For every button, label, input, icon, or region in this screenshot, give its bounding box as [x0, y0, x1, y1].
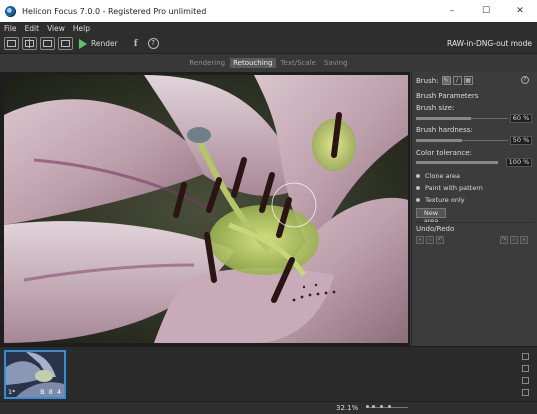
- menu-help[interactable]: Help: [69, 24, 94, 33]
- single-view-button[interactable]: [4, 37, 19, 50]
- brush-parameters-heading: Brush Parameters: [416, 92, 479, 100]
- monitor-icon: [61, 40, 70, 47]
- thumbnail-tag: B 8 4: [40, 388, 62, 396]
- image-workspace[interactable]: [0, 72, 410, 346]
- zoom-dot-icon: [366, 405, 369, 408]
- brush-hardness-value[interactable]: 50 %: [510, 136, 532, 145]
- brush-toolbar: Brush: ✎ ∕ ▦: [416, 76, 475, 85]
- help-icon[interactable]: ?: [147, 38, 159, 49]
- play-icon: [79, 38, 87, 49]
- menu-file[interactable]: File: [0, 24, 21, 33]
- menu-edit[interactable]: Edit: [21, 24, 44, 33]
- compare-view-button[interactable]: [40, 37, 55, 50]
- color-tolerance-slider[interactable]: 100 %: [416, 158, 534, 167]
- brush-size-value[interactable]: 60 %: [510, 114, 532, 123]
- close-button[interactable]: ✕: [503, 0, 537, 22]
- color-tolerance-label: Color tolerance:: [416, 149, 472, 157]
- clone-brush-icon[interactable]: ✎: [441, 76, 451, 85]
- render-button[interactable]: Render: [79, 38, 118, 49]
- brush-size-label: Brush size:: [416, 104, 455, 112]
- filmstrip-icon[interactable]: [522, 365, 529, 372]
- new-area-button[interactable]: New area: [416, 208, 446, 225]
- mode-label: RAW-in-DNG-out mode: [447, 39, 532, 48]
- zoom-dot-icon: [388, 405, 391, 408]
- tab-saving[interactable]: Saving: [321, 58, 351, 68]
- tab-rendering[interactable]: Rendering: [186, 58, 228, 68]
- menu-bar: File Edit View Help: [0, 22, 537, 34]
- pattern-brush-icon[interactable]: ▦: [463, 76, 473, 85]
- status-bar: 32.1%: [0, 401, 537, 414]
- undo-icon[interactable]: ‹: [426, 236, 434, 244]
- toolbar: Render f ? RAW-in-DNG-out mode: [0, 34, 537, 54]
- title-bar: Helicon Focus 7.0.0 - Registered Pro unl…: [0, 0, 537, 22]
- minimize-button[interactable]: –: [435, 0, 469, 22]
- filmstrip: 1* B 8 4: [0, 346, 537, 401]
- facebook-icon[interactable]: f: [134, 39, 138, 49]
- undo-redo-label: Undo/Redo: [416, 225, 455, 233]
- lily-photo-image: [4, 75, 408, 343]
- redo-all-icon[interactable]: »: [520, 236, 528, 244]
- zoom-dot-icon: [372, 405, 375, 408]
- brush-label: Brush:: [416, 76, 439, 85]
- undo-step-icon[interactable]: ↶: [436, 236, 444, 244]
- option-clone-area[interactable]: Clone area: [416, 172, 460, 180]
- eraser-icon[interactable]: ∕: [452, 76, 462, 85]
- preview-button[interactable]: [58, 37, 73, 50]
- panel-divider: [416, 222, 534, 223]
- zoom-dot-icon: [380, 405, 383, 408]
- redo-icon[interactable]: ›: [510, 236, 518, 244]
- option-paint-with-pattern[interactable]: Paint with pattern: [416, 184, 483, 192]
- window-title: Helicon Focus 7.0.0 - Registered Pro unl…: [22, 6, 207, 16]
- color-tolerance-fill: [416, 161, 498, 164]
- radio-dot-icon: [416, 198, 420, 202]
- color-tolerance-value[interactable]: 100 %: [506, 158, 532, 167]
- lily-photo[interactable]: [4, 75, 408, 343]
- app-logo-icon: [5, 5, 16, 17]
- filmstrip-icon[interactable]: [522, 389, 529, 396]
- compare-view-icon: [43, 40, 52, 47]
- tab-retouching[interactable]: Retouching: [230, 58, 276, 68]
- radio-dot-icon: [416, 174, 420, 178]
- brush-hardness-label: Brush hardness:: [416, 126, 473, 134]
- retouching-panel: Brush: ✎ ∕ ▦ ? Brush Parameters Brush si…: [411, 72, 537, 346]
- brush-size-fill: [416, 117, 471, 120]
- single-view-icon: [7, 40, 16, 47]
- render-label: Render: [91, 39, 118, 48]
- mode-tabs: Rendering Retouching Text/Scale Saving: [0, 54, 537, 72]
- brush-hardness-slider[interactable]: 50 %: [416, 136, 534, 145]
- filmstrip-thumbnail[interactable]: 1* B 8 4: [4, 350, 66, 399]
- filmstrip-icon[interactable]: [522, 377, 529, 384]
- maximize-button[interactable]: ☐: [469, 0, 503, 22]
- undo-all-icon[interactable]: «: [416, 236, 424, 244]
- filmstrip-icon[interactable]: [522, 353, 529, 360]
- window-controls: – ☐ ✕: [435, 0, 537, 22]
- tab-text-scale[interactable]: Text/Scale: [278, 58, 319, 68]
- redo-step-icon[interactable]: ↷: [500, 236, 508, 244]
- brush-size-slider[interactable]: 60 %: [416, 114, 534, 123]
- menu-view[interactable]: View: [43, 24, 69, 33]
- option-texture-only[interactable]: Texture only: [416, 196, 465, 204]
- zoom-level: 32.1%: [336, 404, 359, 412]
- split-view-button[interactable]: [22, 37, 37, 50]
- undo-redo-controls: « ‹ ↶ ↷ › »: [416, 236, 534, 246]
- radio-dot-icon: [416, 186, 420, 190]
- brush-hardness-fill: [416, 139, 462, 142]
- panel-help-icon[interactable]: ?: [521, 76, 529, 84]
- thumbnail-index: 1*: [8, 388, 16, 396]
